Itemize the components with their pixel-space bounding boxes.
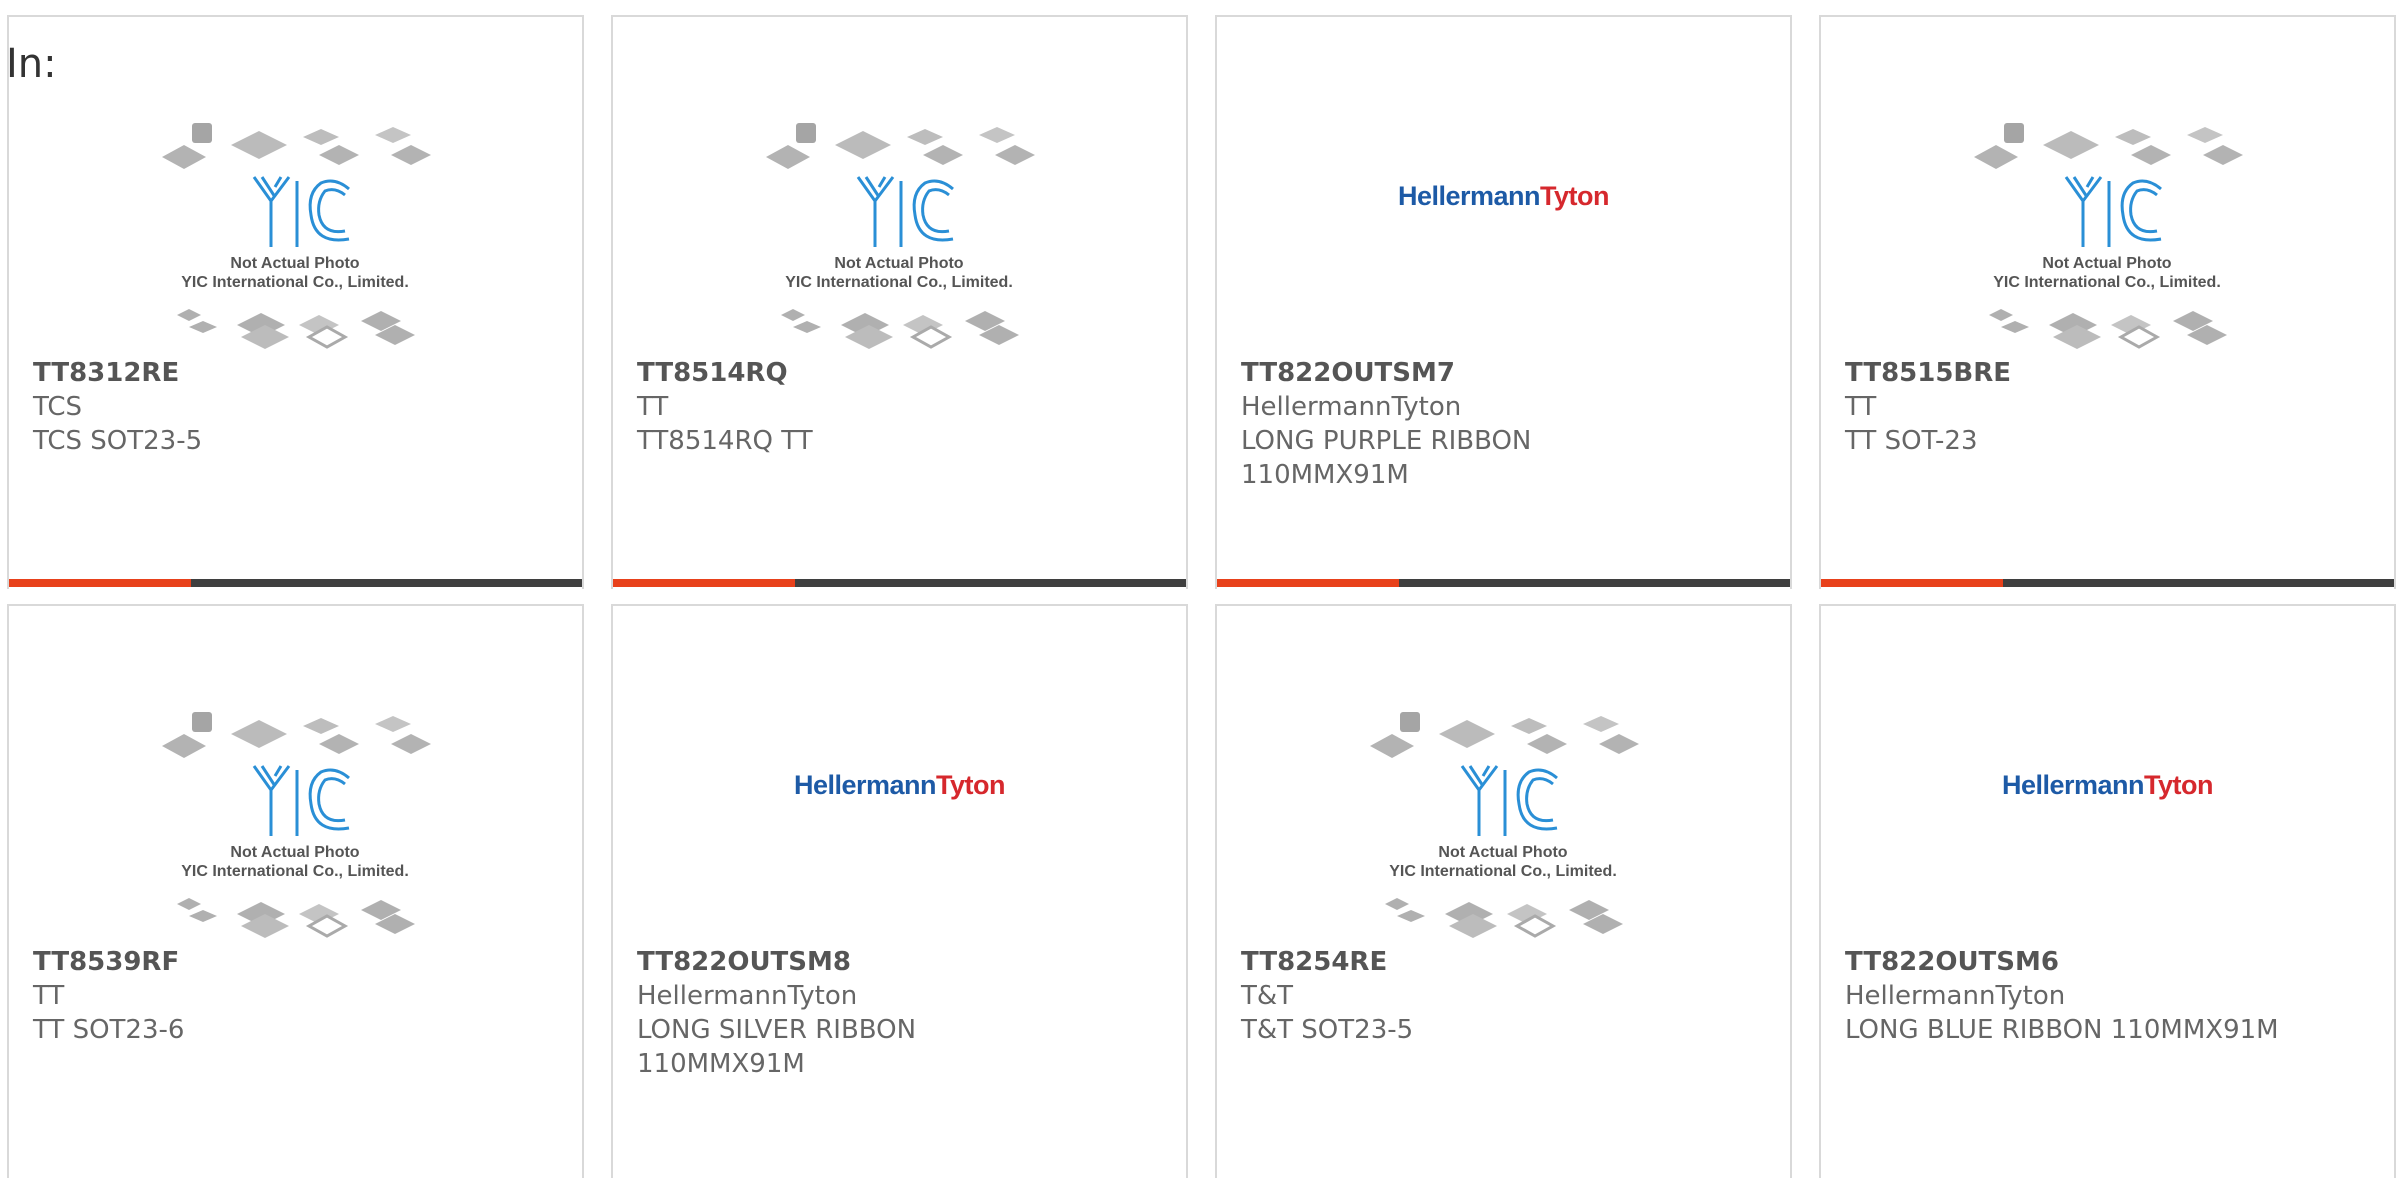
placeholder-caption-1: Not Actual Photo — [230, 844, 359, 861]
card-bottom-bar — [9, 579, 582, 587]
filter-label: In: — [6, 41, 57, 87]
description: LONG SILVER RIBBON 110MMX91M — [637, 1015, 917, 1079]
product-card[interactable]: Not Actual Photo YIC International Co., … — [1819, 15, 2396, 589]
product-info: TT822OUTSM8 HellermannTyton LONG SILVER … — [637, 945, 1166, 1081]
product-info: TT8514RQ TT TT8514RQ TT — [637, 356, 1166, 458]
product-card[interactable]: HellermannTyton TT822OUTSM6 HellermannTy… — [1819, 604, 2396, 1178]
part-number[interactable]: TT8312RE — [33, 356, 562, 390]
product-info: TT822OUTSM7 HellermannTyton LONG PURPLE … — [1241, 356, 1770, 492]
product-card[interactable]: Not Actual Photo YIC International Co., … — [7, 604, 584, 1178]
yic-placeholder-icon: Not Actual Photo YIC International Co., … — [1974, 123, 2243, 349]
part-number[interactable]: TT8539RF — [33, 945, 562, 979]
product-image-placeholder[interactable]: Not Actual Photo YIC International Co., … — [613, 97, 1186, 367]
description: TT SOT23-6 — [33, 1015, 185, 1045]
product-card[interactable]: HellermannTyton TT822OUTSM7 HellermannTy… — [1215, 15, 1792, 589]
yic-placeholder-icon: Not Actual Photo YIC International Co., … — [766, 123, 1035, 349]
card-bottom-bar — [613, 579, 1186, 587]
placeholder-caption-2: YIC International Co., Limited. — [1389, 863, 1617, 880]
part-number[interactable]: TT8254RE — [1241, 945, 1770, 979]
description: LONG BLUE RIBBON 110MMX91M — [1845, 1015, 2279, 1045]
product-image-logo[interactable]: HellermannTyton — [1217, 97, 1790, 367]
part-number[interactable]: TT822OUTSM8 — [637, 945, 1166, 979]
manufacturer: TT — [637, 392, 669, 422]
placeholder-caption-2: YIC International Co., Limited. — [181, 863, 409, 880]
product-info: TT8254RE T&T T&T SOT23-5 — [1241, 945, 1770, 1047]
manufacturer: TT — [1845, 392, 1877, 422]
part-number[interactable]: TT822OUTSM6 — [1845, 945, 2374, 979]
yic-placeholder-icon: Not Actual Photo YIC International Co., … — [1370, 712, 1639, 938]
product-image-placeholder[interactable]: Not Actual Photo YIC International Co., … — [1821, 97, 2394, 367]
product-card[interactable]: Not Actual Photo YIC International Co., … — [611, 15, 1188, 589]
description: TT SOT-23 — [1845, 426, 1978, 456]
placeholder-caption-2: YIC International Co., Limited. — [181, 274, 409, 291]
hellermanntyton-logo-icon: HellermannTyton — [793, 770, 1006, 800]
product-info: TT8312RE TCS TCS SOT23-5 — [33, 356, 562, 458]
manufacturer: HellermannTyton — [637, 981, 858, 1011]
product-image-logo[interactable]: HellermannTyton — [613, 686, 1186, 956]
manufacturer: HellermannTyton — [1845, 981, 2066, 1011]
card-bottom-bar — [1821, 579, 2394, 587]
product-image-placeholder[interactable]: Not Actual Photo YIC International Co., … — [9, 686, 582, 956]
manufacturer: HellermannTyton — [1241, 392, 1462, 422]
placeholder-caption-1: Not Actual Photo — [230, 255, 359, 272]
placeholder-caption-1: Not Actual Photo — [2042, 255, 2171, 272]
product-card[interactable]: Not Actual Photo YIC International Co., … — [7, 15, 584, 589]
hellermanntyton-logo-icon: HellermannTyton — [1397, 181, 1610, 211]
manufacturer: T&T — [1241, 981, 1294, 1011]
yic-placeholder-icon: Not Actual Photo YIC International Co., … — [162, 712, 431, 938]
product-card[interactable]: HellermannTyton TT822OUTSM8 HellermannTy… — [611, 604, 1188, 1178]
part-number[interactable]: TT8514RQ — [637, 356, 1166, 390]
description: T&T SOT23-5 — [1241, 1015, 1414, 1045]
product-image-logo[interactable]: HellermannTyton — [1821, 686, 2394, 956]
part-number[interactable]: TT8515BRE — [1845, 356, 2374, 390]
product-info: TT8515BRE TT TT SOT-23 — [1845, 356, 2374, 458]
card-bottom-bar — [1217, 579, 1790, 587]
product-info: TT8539RF TT TT SOT23-6 — [33, 945, 562, 1047]
description: TCS SOT23-5 — [33, 426, 203, 456]
hellermanntyton-logo-icon: HellermannTyton — [2001, 770, 2214, 800]
description: LONG PURPLE RIBBON 110MMX91M — [1241, 426, 1532, 490]
product-image-placeholder[interactable]: Not Actual Photo YIC International Co., … — [9, 97, 582, 367]
placeholder-caption-1: Not Actual Photo — [834, 255, 963, 272]
description: TT8514RQ TT — [637, 426, 813, 456]
product-image-placeholder[interactable]: Not Actual Photo YIC International Co., … — [1217, 686, 1790, 956]
placeholder-caption-2: YIC International Co., Limited. — [1993, 274, 2221, 291]
part-number[interactable]: TT822OUTSM7 — [1241, 356, 1770, 390]
placeholder-caption-1: Not Actual Photo — [1438, 844, 1567, 861]
product-card[interactable]: Not Actual Photo YIC International Co., … — [1215, 604, 1792, 1178]
manufacturer: TT — [33, 981, 65, 1011]
manufacturer: TCS — [33, 392, 83, 422]
product-info: TT822OUTSM6 HellermannTyton LONG BLUE RI… — [1845, 945, 2374, 1047]
yic-placeholder-icon: Not Actual Photo YIC International Co., … — [162, 123, 431, 349]
placeholder-caption-2: YIC International Co., Limited. — [785, 274, 1013, 291]
